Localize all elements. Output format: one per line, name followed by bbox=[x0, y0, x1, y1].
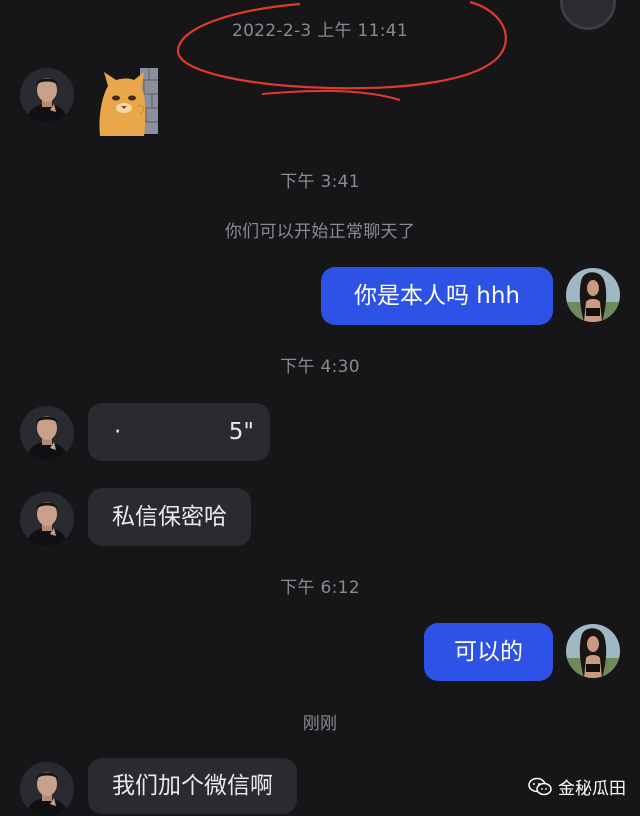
woman-portrait-icon bbox=[566, 624, 620, 678]
cat-peeking-icon bbox=[99, 68, 158, 136]
watermark-label: 金秘瓜田 bbox=[558, 779, 626, 799]
message-dot: · bbox=[114, 419, 122, 445]
incoming-message-bubble[interactable]: · 5" bbox=[88, 403, 270, 461]
contact-avatar[interactable] bbox=[20, 762, 74, 816]
timestamp-first: 2022-2-3 上午 11:41 bbox=[231, 21, 409, 41]
incoming-message-bubble[interactable]: 私信保密哈 bbox=[88, 488, 251, 546]
timestamp-second: 下午 3:41 bbox=[280, 172, 360, 192]
watermark: 金秘瓜田 bbox=[528, 774, 626, 799]
contact-avatar[interactable] bbox=[20, 492, 74, 546]
cat-sticker[interactable] bbox=[94, 66, 160, 138]
man-portrait-icon bbox=[20, 762, 74, 816]
self-avatar[interactable] bbox=[566, 268, 620, 322]
man-portrait-icon bbox=[20, 492, 74, 546]
contact-avatar[interactable] bbox=[20, 406, 74, 460]
outgoing-message-bubble[interactable]: 可以的 bbox=[424, 623, 553, 681]
man-portrait-icon bbox=[20, 406, 74, 460]
woman-portrait-icon bbox=[566, 268, 620, 322]
message-text: 5" bbox=[228, 419, 254, 445]
man-portrait-icon bbox=[20, 68, 74, 122]
outgoing-message-bubble[interactable]: 你是本人吗 hhh bbox=[321, 267, 553, 325]
timestamp-third: 下午 4:30 bbox=[280, 357, 360, 377]
contact-avatar[interactable] bbox=[20, 68, 74, 122]
system-notice: 你们可以开始正常聊天了 bbox=[224, 222, 416, 242]
wechat-icon bbox=[528, 777, 552, 795]
timestamp-fifth: 刚刚 bbox=[302, 714, 338, 734]
incoming-message-bubble[interactable]: 我们加个微信啊 bbox=[88, 758, 297, 814]
timestamp-fourth: 下午 6:12 bbox=[280, 578, 360, 598]
self-avatar[interactable] bbox=[566, 624, 620, 678]
